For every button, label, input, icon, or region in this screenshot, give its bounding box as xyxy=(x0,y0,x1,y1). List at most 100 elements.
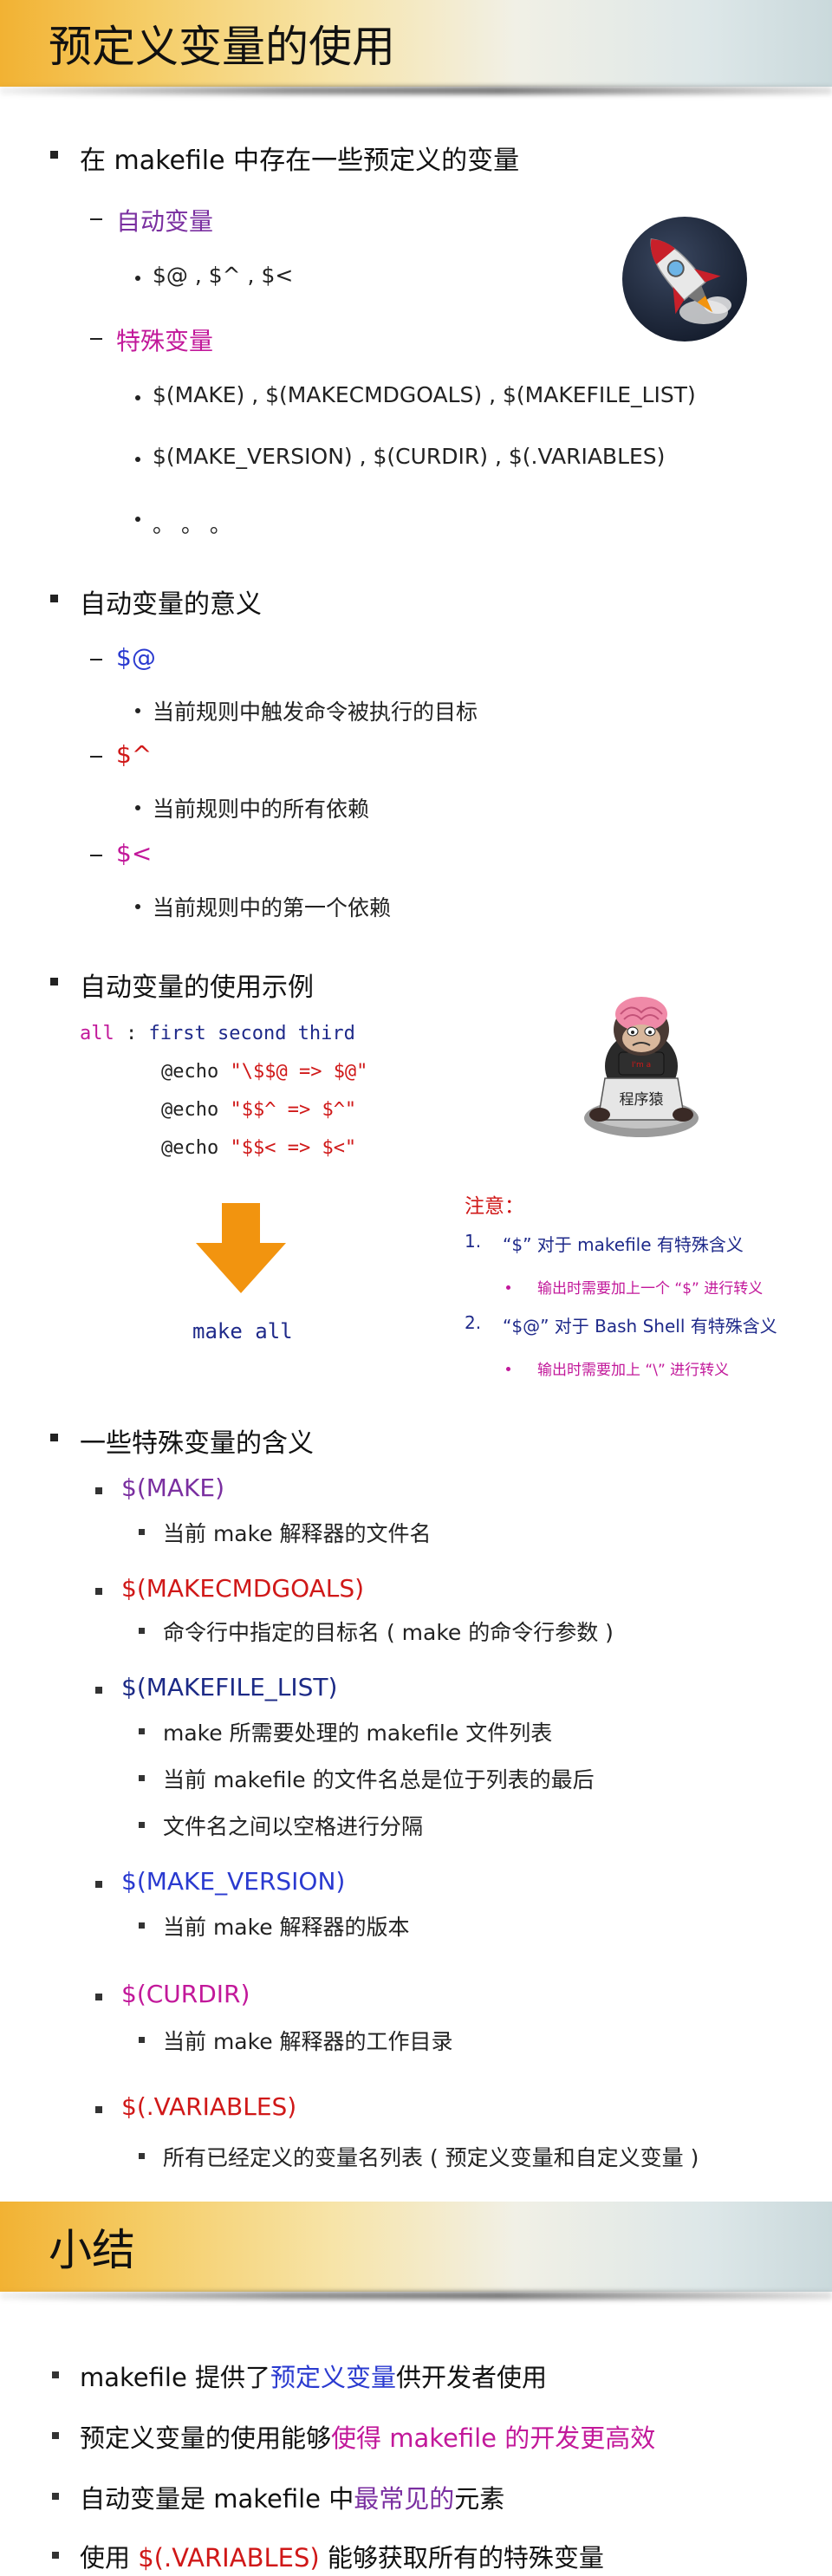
summary-title: 小结 xyxy=(49,2225,135,2275)
special-var-make: $(MAKE) xyxy=(121,1473,225,1502)
var-dollar-lt: $< xyxy=(116,839,153,868)
note-title: 注意： xyxy=(465,1195,524,1218)
sub-bullet-marker xyxy=(95,1994,102,2000)
summary-point-2: 预定义变量的使用能够使得 makefile 的开发更高效 xyxy=(80,2418,655,2455)
special-var-makefile-list-desc-1: make 所需要处理的 makefile 文件列表 xyxy=(163,1721,553,1746)
bullet-marker xyxy=(50,151,58,159)
summary-3-highlight: 最常见的 xyxy=(354,2484,455,2514)
bullet-marker xyxy=(52,2552,59,2559)
dot-marker xyxy=(135,805,140,810)
bullet-marker xyxy=(52,2493,59,2500)
code-echo: @echo xyxy=(161,1061,231,1083)
bullet-special-var-meaning: 一些特殊变量的含义 xyxy=(80,1428,314,1459)
dot-marker xyxy=(135,517,140,522)
svg-text:I'm a: I'm a xyxy=(632,1061,651,1070)
sub-bullet-marker xyxy=(95,1487,102,1494)
dash-marker xyxy=(90,756,102,758)
code-string: "$$^ => $^" xyxy=(230,1099,357,1121)
summary-4-highlight: $(.VARIABLES) xyxy=(138,2543,320,2573)
title-shadow xyxy=(0,87,832,94)
summary-point-3: 自动变量是 makefile 中最常见的元素 xyxy=(80,2479,504,2515)
down-arrow-icon xyxy=(196,1203,286,1293)
note-1-number: 1. xyxy=(465,1231,482,1252)
code-string: "\$$@ => $@" xyxy=(230,1061,368,1083)
sub-bullet-marker xyxy=(95,2106,102,2113)
var-dollar-caret-desc: 当前规则中的所有依赖 xyxy=(153,797,370,822)
special-var-makefile-list: $(MAKEFILE_LIST) xyxy=(121,1673,338,1701)
summary-2-a: 预定义变量的使用能够 xyxy=(80,2423,332,2453)
rocket-icon xyxy=(622,217,747,342)
code-echo: @echo xyxy=(161,1137,231,1159)
code-target: all xyxy=(80,1023,114,1044)
special-var-makefile-list-desc-2: 当前 makefile 的文件名总是位于列表的最后 xyxy=(163,1767,595,1792)
bullet-auto-var-meaning: 自动变量的意义 xyxy=(80,589,262,620)
auto-vars-label: 自动变量 xyxy=(116,207,214,236)
code-echo: @echo xyxy=(161,1099,231,1121)
bullet-marker xyxy=(52,2371,59,2378)
sub-sub-bullet-marker xyxy=(139,1775,145,1781)
note-sub-marker xyxy=(506,1367,510,1371)
sub-bullet-marker xyxy=(95,1881,102,1888)
title-shadow xyxy=(0,2292,832,2300)
monkey-sign-text: 程序猿 xyxy=(620,1091,664,1109)
note-2-number: 2. xyxy=(465,1312,482,1333)
summary-point-4: 使用 $(.VARIABLES) 能够获取所有的特殊变量 xyxy=(80,2538,604,2574)
summary-4-c: 能够获取所有的特殊变量 xyxy=(319,2543,604,2573)
dot-marker xyxy=(135,708,140,713)
special-vars-line1: $(MAKE) , $(MAKECMDGOALS) , $(MAKEFILE_L… xyxy=(153,382,696,407)
special-vars-line2: $(MAKE_VERSION) , $(CURDIR) , $(.VARIABL… xyxy=(153,444,666,469)
bullet-marker xyxy=(50,595,58,602)
sub-bullet-marker xyxy=(95,1687,102,1694)
dot-marker xyxy=(135,457,140,462)
sub-sub-bullet-marker xyxy=(139,1822,145,1828)
var-dollar-at: $@ xyxy=(116,643,156,672)
summary-2-highlight: 使得 makefile 的开发更高效 xyxy=(331,2423,656,2453)
note-1-text: “$” 对于 makefile 有特殊含义 xyxy=(503,1234,744,1255)
sub-sub-bullet-marker xyxy=(139,1628,145,1634)
sub-sub-bullet-marker xyxy=(139,2153,145,2159)
special-var-curdir: $(CURDIR) xyxy=(121,1980,250,2008)
special-var-make-version: $(MAKE_VERSION) xyxy=(121,1867,346,1896)
code-line-4: @echo "$$< => $<" xyxy=(161,1137,356,1159)
page-title: 预定义变量的使用 xyxy=(49,22,395,72)
sub-bullet-marker xyxy=(95,1588,102,1595)
special-var-variables-desc: 所有已经定义的变量名列表 ( 预定义变量和自定义变量 ) xyxy=(163,2145,699,2170)
dash-marker xyxy=(90,855,102,856)
dash-marker xyxy=(90,659,102,660)
section-title-bar: 预定义变量的使用 xyxy=(0,0,832,94)
special-var-makefile-list-desc-3: 文件名之间以空格进行分隔 xyxy=(163,1814,424,1839)
sub-sub-bullet-marker xyxy=(139,1922,145,1929)
note-sub-marker xyxy=(506,1285,510,1290)
summary-3-c: 元素 xyxy=(454,2484,505,2514)
special-var-make-version-desc: 当前 make 解释器的版本 xyxy=(163,1915,410,1940)
summary-1-highlight: 预定义变量 xyxy=(270,2363,397,2392)
sub-sub-bullet-marker xyxy=(139,1529,145,1535)
dash-marker xyxy=(90,338,102,340)
code-line-2: @echo "\$$@ => $@" xyxy=(161,1061,367,1083)
sub-sub-bullet-marker xyxy=(139,2037,145,2043)
bullet-marker xyxy=(50,978,58,986)
dot-marker xyxy=(135,904,140,909)
note-2-sub: 输出时需要加上 “\” 进行转义 xyxy=(537,1362,730,1379)
note-1-sub: 输出时需要加上一个 “$” 进行转义 xyxy=(537,1280,764,1298)
auto-vars-list: $@ , $^ , $< xyxy=(153,263,294,288)
dot-marker xyxy=(135,395,140,400)
special-var-makecmdgoals: $(MAKECMDGOALS) xyxy=(121,1574,365,1603)
summary-1-c: 供开发者使用 xyxy=(396,2363,548,2392)
summary-4-a: 使用 xyxy=(80,2543,139,2573)
bullet-predefined-vars: 在 makefile 中存在一些预定义的变量 xyxy=(80,146,520,176)
code-line-3: @echo "$$^ => $^" xyxy=(161,1099,356,1121)
code-colon: : xyxy=(114,1023,149,1044)
special-var-makecmdgoals-desc: 命令行中指定的目标名 ( make 的命令行参数 ) xyxy=(163,1620,614,1645)
var-dollar-caret: $^ xyxy=(116,740,153,769)
code-line-1: all : first second third xyxy=(80,1023,355,1044)
bullet-marker xyxy=(52,2432,59,2439)
monkey-programmer-icon: I'm a 程序猿 xyxy=(584,997,699,1137)
special-vars-ellipsis: 。 。 。 xyxy=(153,512,231,537)
bullet-auto-var-example: 自动变量的使用示例 xyxy=(80,973,314,1003)
make-all-command: make all xyxy=(192,1319,293,1343)
code-deps: first second third xyxy=(148,1023,355,1044)
sub-sub-bullet-marker xyxy=(139,1728,145,1734)
special-vars-label: 特殊变量 xyxy=(116,327,214,355)
special-var-variables: $(.VARIABLES) xyxy=(121,2092,297,2121)
